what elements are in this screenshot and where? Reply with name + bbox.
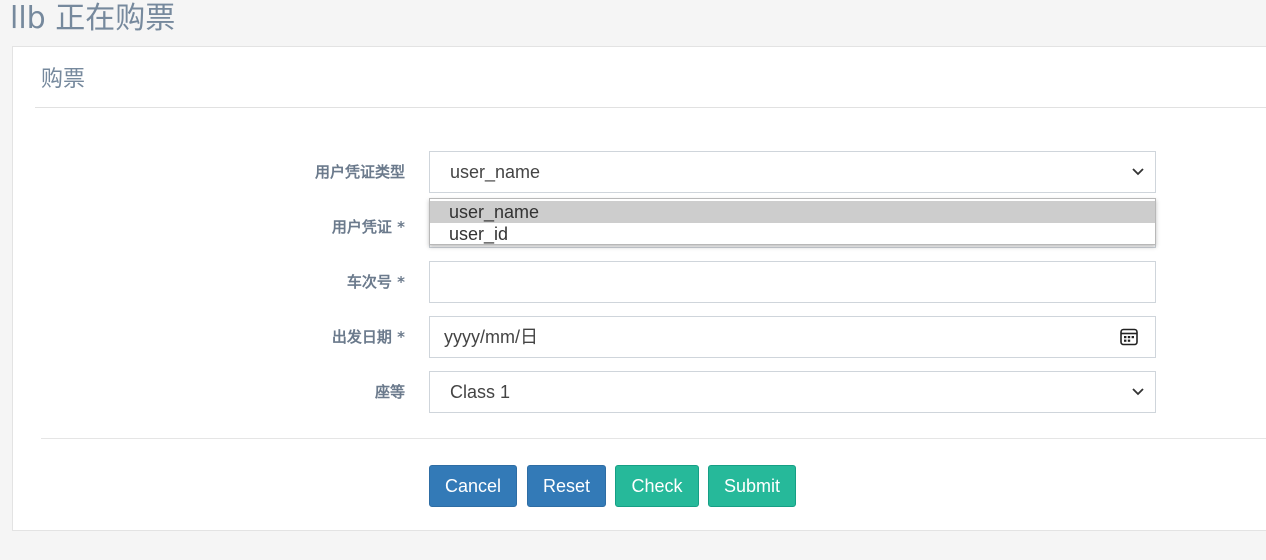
chevron-down-icon (1132, 388, 1144, 396)
option-user-id[interactable]: user_id (430, 223, 1155, 245)
credential-type-label: 用户凭证类型 (314, 163, 405, 181)
submit-button[interactable]: Submit (708, 465, 796, 507)
credential-type-dropdown: user_name user_id (429, 198, 1156, 245)
chevron-down-icon (1132, 168, 1144, 176)
credential-label: 用户凭证 * (331, 218, 405, 236)
departure-date-placeholder: yyyy/mm/日 (444, 327, 538, 347)
train-number-label: 车次号 * (346, 273, 405, 291)
departure-date-input[interactable]: yyyy/mm/日 (429, 316, 1156, 358)
credential-type-select[interactable]: user_name (429, 151, 1156, 193)
departure-date-label: 出发日期 * (331, 328, 405, 346)
page-title: llb 正在购票 (10, 1, 176, 36)
option-user-name[interactable]: user_name (430, 201, 1155, 223)
panel-title-divider (35, 107, 1266, 108)
seat-class-label: 座等 (374, 383, 405, 401)
form-divider (41, 438, 1266, 439)
panel-title: 购票 (41, 67, 86, 92)
check-button[interactable]: Check (615, 465, 699, 507)
train-number-input[interactable] (429, 261, 1156, 303)
ticket-panel: 购票 用户凭证类型 用户凭证 * 车次号 * 出发日期 * 座等 user_na… (12, 46, 1266, 531)
credential-type-value: user_name (450, 162, 541, 182)
seat-class-value: Class 1 (450, 382, 511, 402)
cancel-button[interactable]: Cancel (429, 465, 517, 507)
seat-class-select[interactable]: Class 1 (429, 371, 1156, 413)
reset-button[interactable]: Reset (527, 465, 606, 507)
calendar-icon[interactable] (1119, 327, 1139, 347)
